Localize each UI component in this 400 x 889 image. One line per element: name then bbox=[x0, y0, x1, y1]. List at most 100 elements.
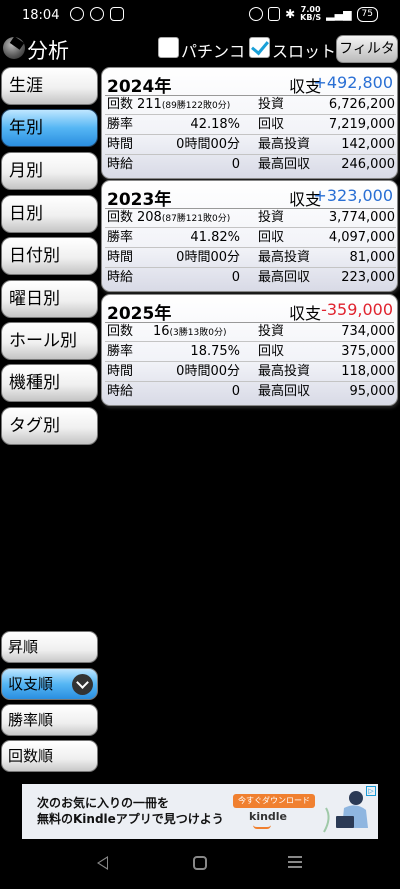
pachinko-checkbox[interactable] bbox=[158, 37, 179, 58]
kindle-smile-icon bbox=[253, 825, 271, 829]
ad-download-button[interactable]: 今すぐダウンロード bbox=[233, 794, 315, 808]
slot-checkbox[interactable] bbox=[249, 37, 270, 58]
count-label: 回数 bbox=[107, 324, 134, 339]
recents-icon[interactable] bbox=[288, 856, 302, 868]
card-row: 回数 208(87勝121敗0分) 投資 3,774,000 bbox=[102, 208, 399, 228]
card-row: 勝率 41.82% 回収 4,097,000 bbox=[102, 228, 399, 248]
investment-value: 734,000 bbox=[341, 324, 395, 339]
card-row: 回数 211(89勝122敗0分) 投資 6,726,200 bbox=[102, 95, 399, 115]
nav-item-hall[interactable]: ホール別 bbox=[1, 322, 98, 360]
hourly-label: 時給 bbox=[107, 384, 134, 399]
back-icon[interactable] bbox=[97, 856, 108, 870]
home-icon[interactable] bbox=[193, 856, 207, 870]
alarm-icon bbox=[249, 7, 264, 21]
ad-info-icon[interactable]: ▷ bbox=[366, 786, 376, 796]
bluetooth-icon: ✱ bbox=[285, 7, 296, 21]
investment-value: 6,726,200 bbox=[328, 97, 395, 112]
hourly-value: 0 bbox=[231, 384, 240, 399]
recovery-value: 4,097,000 bbox=[328, 230, 395, 245]
win-rate-label: 勝率 bbox=[107, 230, 134, 245]
card-year: 2023年 bbox=[107, 190, 172, 210]
time-label: 時間 bbox=[107, 137, 134, 152]
sort-by-balance-button[interactable]: 収支順 bbox=[1, 668, 98, 700]
nav-item-monthly[interactable]: 月別 bbox=[1, 152, 98, 190]
card-row: 時間 0時間00分 最高投資 118,000 bbox=[102, 362, 399, 382]
max-investment-label: 最高投資 bbox=[258, 137, 311, 152]
sort-ascending-button[interactable]: 昇順 bbox=[1, 631, 98, 663]
card-year: 2024年 bbox=[107, 77, 172, 97]
recovery-value: 7,219,000 bbox=[328, 117, 395, 132]
card-row: 時給 0 最高回収 246,000 bbox=[102, 155, 399, 175]
nav-item-daily[interactable]: 日別 bbox=[1, 195, 98, 233]
hourly-value: 0 bbox=[231, 157, 240, 172]
ad-banner[interactable]: 次のお気に入りの一冊を 無料のKindleアプリで見つけよう 今すぐダウンロード… bbox=[22, 784, 378, 839]
max-investment-value: 142,000 bbox=[341, 137, 395, 152]
balance-value: +323,000 bbox=[313, 186, 393, 205]
card-row: 時間 0時間00分 最高投資 142,000 bbox=[102, 135, 399, 155]
recovery-label: 回収 bbox=[258, 230, 285, 245]
hourly-value: 0 bbox=[231, 270, 240, 285]
signal-icon: ▂▄▆ bbox=[326, 7, 352, 21]
nav-item-weekday[interactable]: 曜日別 bbox=[1, 280, 98, 318]
time-value: 0時間00分 bbox=[176, 137, 240, 152]
app-header: 分析 パチンコ スロット フィルタ bbox=[0, 32, 400, 64]
instagram-icon bbox=[110, 7, 124, 21]
max-recovery-label: 最高回収 bbox=[258, 384, 311, 399]
vibrate-icon bbox=[268, 7, 281, 21]
count-label: 回数 bbox=[107, 97, 134, 112]
balance-label: 収支 bbox=[288, 304, 321, 323]
year-card-2025[interactable]: 2025年 収支 -359,000 回数 16(3勝13敗0分) 投資 734,… bbox=[101, 294, 398, 406]
investment-label: 投資 bbox=[258, 210, 285, 225]
filter-button[interactable]: フィルタ bbox=[336, 35, 398, 63]
system-nav-bar bbox=[0, 840, 400, 889]
card-row: 時間 0時間00分 最高投資 81,000 bbox=[102, 248, 399, 268]
nav-item-tag[interactable]: タグ別 bbox=[1, 407, 98, 445]
year-card-2023[interactable]: 2023年 収支 +323,000 回数 208(87勝121敗0分) 投資 3… bbox=[101, 180, 398, 292]
year-card-2024[interactable]: 2024年 収支 +492,800 回数 211(89勝122敗0分) 投資 6… bbox=[101, 67, 398, 179]
slot-label[interactable]: スロット bbox=[272, 38, 336, 62]
chevron-down-icon[interactable] bbox=[72, 674, 93, 695]
card-row: 勝率 42.18% 回収 7,219,000 bbox=[102, 115, 399, 135]
max-recovery-label: 最高回収 bbox=[258, 157, 311, 172]
nav-item-by-date[interactable]: 日付別 bbox=[1, 237, 98, 275]
win-rate-label: 勝率 bbox=[107, 117, 134, 132]
nav-item-machine[interactable]: 機種別 bbox=[1, 364, 98, 402]
card-year: 2025年 bbox=[107, 304, 172, 324]
count-value: 211(89勝122敗0分) bbox=[137, 97, 231, 112]
nav-item-lifetime[interactable]: 生涯 bbox=[1, 67, 98, 105]
time-value: 0時間00分 bbox=[176, 364, 240, 379]
recovery-label: 回収 bbox=[258, 344, 285, 359]
recovery-label: 回収 bbox=[258, 117, 285, 132]
time-label: 時間 bbox=[107, 364, 134, 379]
time-value: 0時間00分 bbox=[176, 250, 240, 265]
net-speed: 7.00 KB/S bbox=[300, 5, 322, 22]
max-investment-label: 最高投資 bbox=[258, 364, 311, 379]
win-rate-value: 18.75% bbox=[190, 344, 240, 359]
hourly-label: 時給 bbox=[107, 270, 134, 285]
app-root: 18:04 ✱ 7.00 KB/S ▂▄▆ 75 分析 パチンコ スロット フィ… bbox=[0, 0, 400, 889]
nav-item-yearly[interactable]: 年別 bbox=[1, 109, 98, 147]
card-row: 回数 16(3勝13敗0分) 投資 734,000 bbox=[102, 322, 399, 342]
sort-by-winrate-button[interactable]: 勝率順 bbox=[1, 704, 98, 736]
max-recovery-value: 223,000 bbox=[341, 270, 395, 285]
sort-by-balance-label: 収支順 bbox=[8, 675, 54, 693]
count-value: 16(3勝13敗0分) bbox=[153, 324, 227, 339]
pachinko-label[interactable]: パチンコ bbox=[181, 38, 245, 62]
sort-by-count-button[interactable]: 回数順 bbox=[1, 740, 98, 772]
max-investment-value: 81,000 bbox=[349, 250, 396, 265]
hourly-label: 時給 bbox=[107, 157, 134, 172]
investment-label: 投資 bbox=[258, 324, 285, 339]
line-icon bbox=[70, 7, 84, 21]
balance-value: +492,800 bbox=[313, 73, 393, 92]
investment-value: 3,774,000 bbox=[328, 210, 395, 225]
card-row: 時給 0 最高回収 95,000 bbox=[102, 382, 399, 402]
kindle-logo: kindle bbox=[249, 810, 288, 823]
battery-indicator: 75 bbox=[356, 6, 378, 22]
time-label: 時間 bbox=[107, 250, 134, 265]
max-investment-label: 最高投資 bbox=[258, 250, 311, 265]
card-row: 時給 0 最高回収 223,000 bbox=[102, 268, 399, 288]
balance-value: -359,000 bbox=[321, 300, 393, 319]
card-row: 勝率 18.75% 回収 375,000 bbox=[102, 342, 399, 362]
status-bar: 18:04 ✱ 7.00 KB/S ▂▄▆ 75 bbox=[0, 0, 400, 32]
win-rate-value: 42.18% bbox=[190, 117, 240, 132]
